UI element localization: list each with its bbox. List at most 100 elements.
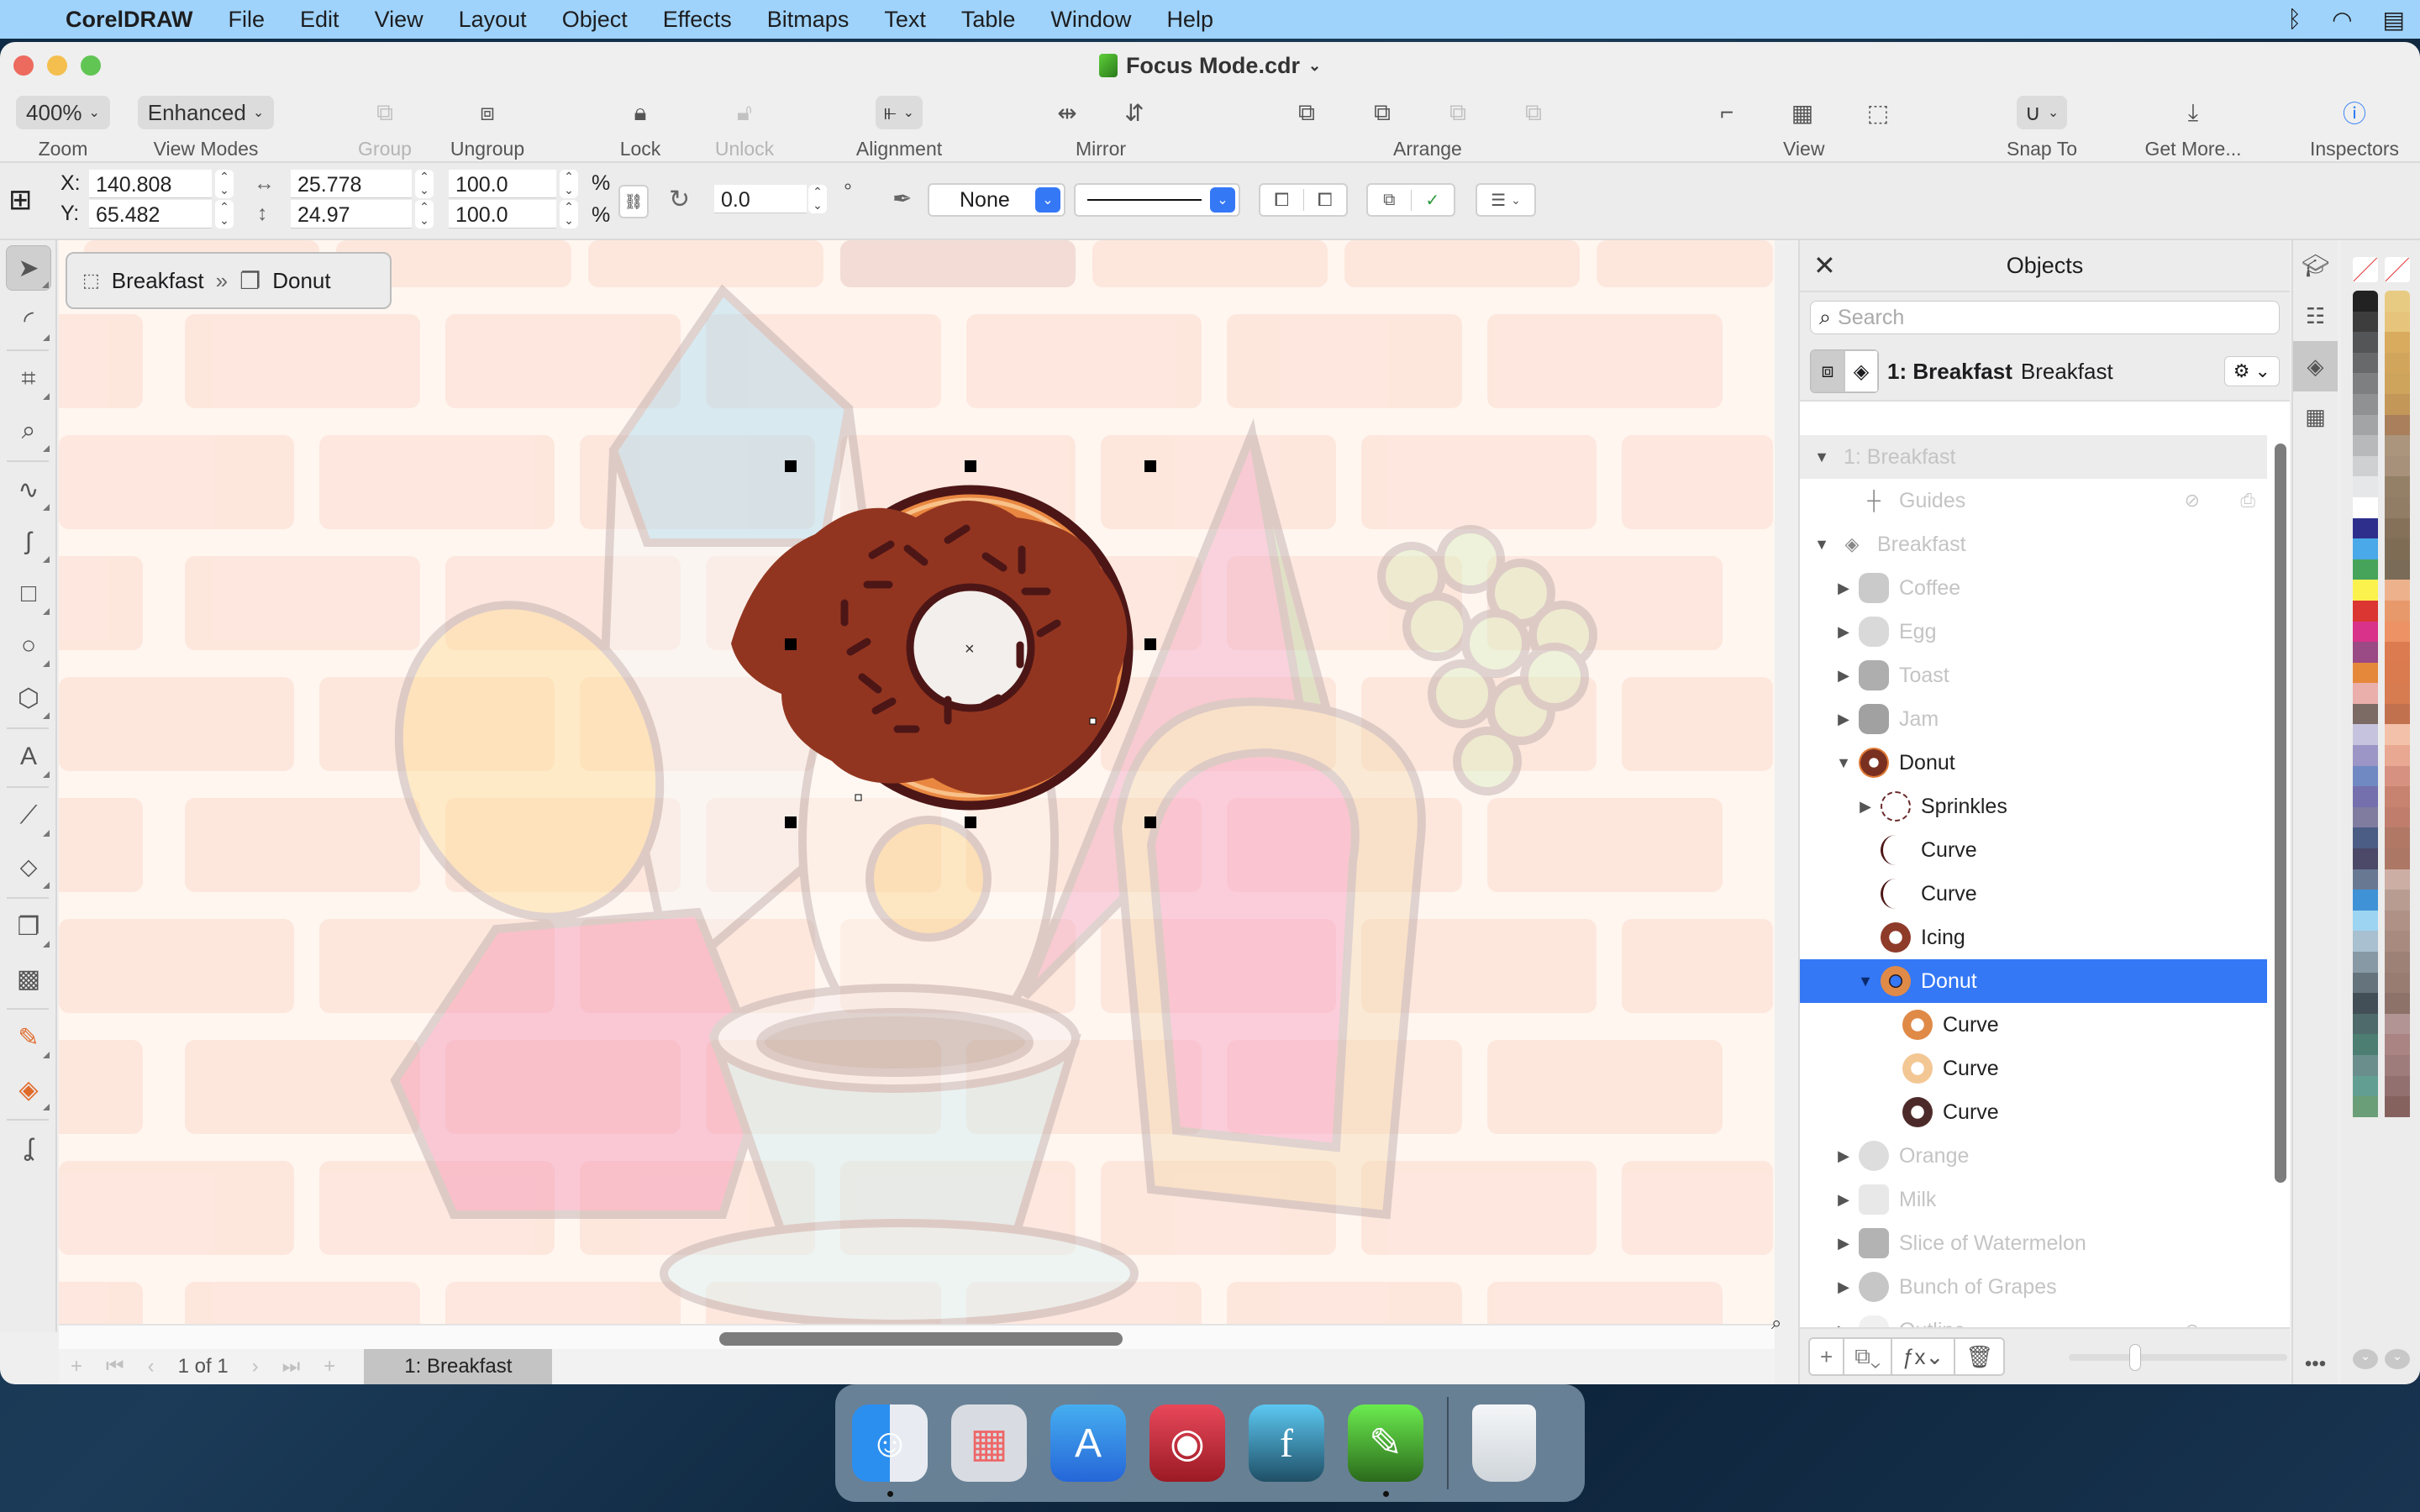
object-tree-row[interactable]: ▶ Coffee — [1800, 566, 2267, 610]
color-swatch[interactable] — [2353, 683, 2378, 704]
effects-fx-icon[interactable]: ƒx⌄ — [1891, 1339, 1954, 1374]
panel-options-gear-icon[interactable]: ⚙ ⌄ — [2223, 356, 2280, 386]
color-swatch[interactable] — [2385, 311, 2410, 333]
unlock-button[interactable]: 🔓︎ Unlock — [711, 89, 778, 160]
wifi-icon[interactable]: ◠ — [2332, 6, 2352, 34]
close-icon[interactable]: ✕ — [1813, 249, 1836, 281]
color-swatch[interactable] — [2385, 600, 2410, 622]
expand-triangle-right-icon[interactable]: ▶ — [1833, 580, 1854, 597]
rulers-icon[interactable]: ⌐ — [1710, 96, 1744, 129]
print-disabled-icon[interactable]: ⎙ — [2240, 490, 2255, 512]
menu-layout[interactable]: Layout — [459, 7, 527, 33]
line-style-dropdown[interactable]: ⌄ — [1074, 183, 1240, 217]
color-swatch[interactable] — [2385, 538, 2410, 559]
object-tree-row[interactable]: ▼ ◈ Breakfast — [1800, 522, 2267, 566]
dock-trash-icon[interactable] — [1472, 1404, 1536, 1482]
color-swatch[interactable] — [2353, 455, 2378, 477]
object-tree-row[interactable]: ▶ Toast — [1800, 654, 2267, 697]
object-tree-scrollbar[interactable] — [2275, 444, 2286, 1183]
smart-fill-tool-icon[interactable]: ʆ — [6, 1126, 51, 1171]
color-swatch[interactable] — [2353, 952, 2378, 973]
color-swatch[interactable] — [2353, 1034, 2378, 1055]
palette-scroll-down-icon[interactable]: ⌄ — [2385, 1349, 2410, 1369]
color-swatch[interactable] — [2385, 662, 2410, 684]
color-swatch[interactable] — [2353, 910, 2378, 932]
menu-text[interactable]: Text — [884, 7, 926, 33]
zoom-window-button[interactable] — [81, 55, 101, 76]
color-swatch[interactable] — [2353, 476, 2378, 497]
expand-triangle-right-icon[interactable]: ▶ — [1833, 1147, 1854, 1165]
y-position-input[interactable]: 65.482 — [89, 200, 212, 228]
lock-button[interactable]: 🔒︎ Lock — [607, 89, 674, 160]
connector-tool-icon[interactable]: ⬦ — [6, 845, 51, 890]
color-swatch[interactable] — [2385, 931, 2410, 952]
color-swatch[interactable] — [2385, 621, 2410, 643]
color-swatch[interactable] — [2385, 806, 2410, 828]
color-styles-icon[interactable]: ▦ — [2293, 391, 2338, 442]
object-tree-row[interactable]: ▶ Orange — [1800, 1134, 2267, 1178]
color-swatch[interactable] — [2385, 414, 2410, 436]
color-swatch[interactable] — [2385, 642, 2410, 663]
color-swatch[interactable] — [2353, 1096, 2378, 1117]
color-swatch[interactable] — [2385, 972, 2410, 994]
dock-photo-booth-icon[interactable]: ◉ — [1150, 1404, 1225, 1482]
scale-height-stepper[interactable]: ⌃ ⌄ — [560, 200, 578, 228]
color-swatch[interactable] — [2353, 600, 2378, 622]
height-stepper[interactable]: ⌃ ⌄ — [415, 200, 434, 228]
text-tool-icon[interactable]: A — [6, 734, 51, 780]
color-swatch[interactable] — [2353, 993, 2378, 1014]
reference-point-icon[interactable]: ⊞ — [8, 183, 33, 217]
alignment-dropdown[interactable]: ⫦ ⌄ — [875, 96, 923, 129]
first-page-icon[interactable]: ⏮ — [106, 1355, 124, 1378]
color-swatch[interactable] — [2385, 1054, 2410, 1076]
dock-finder-icon[interactable]: ☺ — [852, 1404, 928, 1497]
expand-triangle-down-icon[interactable]: ▼ — [1833, 754, 1854, 772]
mirror-horizontal-icon[interactable]: ⇹ — [1050, 96, 1084, 129]
lock-ratio-button[interactable]: ⛓ — [618, 185, 649, 218]
learn-icon[interactable]: 🎓︎ — [2293, 240, 2338, 291]
menu-object[interactable]: Object — [562, 7, 628, 33]
ellipse-tool-icon[interactable]: ○ — [6, 623, 51, 669]
pick-tool-icon[interactable]: ➤ — [6, 245, 51, 291]
color-swatch[interactable] — [2385, 1075, 2410, 1097]
rotation-stepper[interactable]: ⌃ ⌄ — [808, 185, 827, 213]
expand-triangle-right-icon[interactable]: ▶ — [1833, 1235, 1854, 1252]
color-swatch[interactable] — [2353, 724, 2378, 746]
color-swatch[interactable] — [2353, 745, 2378, 766]
color-swatch[interactable] — [2385, 786, 2410, 807]
transparency-tool-icon[interactable]: ▩ — [6, 956, 51, 1001]
thumbnail-size-slider[interactable] — [2069, 1344, 2287, 1371]
color-swatch[interactable] — [2353, 703, 2378, 725]
focus-mode-icon[interactable]: ⬚ — [82, 270, 100, 291]
bluetooth-icon[interactable]: ᛒ — [2287, 6, 2302, 33]
object-tree-row[interactable]: ▶ Slice of Watermelon — [1800, 1221, 2267, 1265]
color-swatch[interactable] — [2385, 745, 2410, 766]
expand-triangle-down-icon[interactable]: ▼ — [1855, 973, 1876, 990]
new-layer-plus-icon[interactable]: + — [1810, 1339, 1844, 1374]
to-front-icon[interactable]: ⧉ — [1290, 96, 1323, 129]
menu-window[interactable]: Window — [1050, 7, 1131, 33]
color-swatch[interactable] — [2353, 1054, 2378, 1076]
add-page-after-icon[interactable]: + — [324, 1355, 335, 1378]
color-swatch[interactable] — [2353, 352, 2378, 374]
freehand-tool-icon[interactable]: ∿ — [6, 467, 51, 512]
color-swatch[interactable] — [2353, 931, 2378, 952]
expand-triangle-right-icon[interactable]: ▶ — [1855, 798, 1876, 816]
guidelines-icon[interactable]: ⬚ — [1861, 96, 1895, 129]
scale-width-stepper[interactable]: ⌃ ⌄ — [560, 170, 578, 198]
shape-tool-icon[interactable]: ◜ — [6, 297, 51, 343]
layer-view-icon[interactable]: ◈ — [1844, 350, 1878, 392]
forward-one-icon[interactable]: ⧉ — [1441, 96, 1475, 129]
copy-properties-icon[interactable]: ⧉ — [1368, 191, 1411, 210]
expand-triangle-down-icon[interactable]: ▼ — [1812, 449, 1832, 466]
menu-bitmaps[interactable]: Bitmaps — [767, 7, 850, 33]
object-tree-row[interactable]: ▶ Jam — [1800, 697, 2267, 741]
color-swatch[interactable] — [2353, 291, 2378, 312]
color-swatch[interactable] — [2385, 332, 2410, 353]
color-swatch[interactable] — [2353, 827, 2378, 849]
scale-height-input[interactable]: 100.0 — [449, 200, 556, 228]
last-page-icon[interactable]: ⏭ — [282, 1355, 301, 1378]
page-view-icon[interactable]: ⧈ — [1811, 350, 1844, 392]
no-fill-swatch[interactable] — [2353, 257, 2378, 282]
breadcrumb-parent[interactable]: Breakfast — [112, 268, 204, 294]
